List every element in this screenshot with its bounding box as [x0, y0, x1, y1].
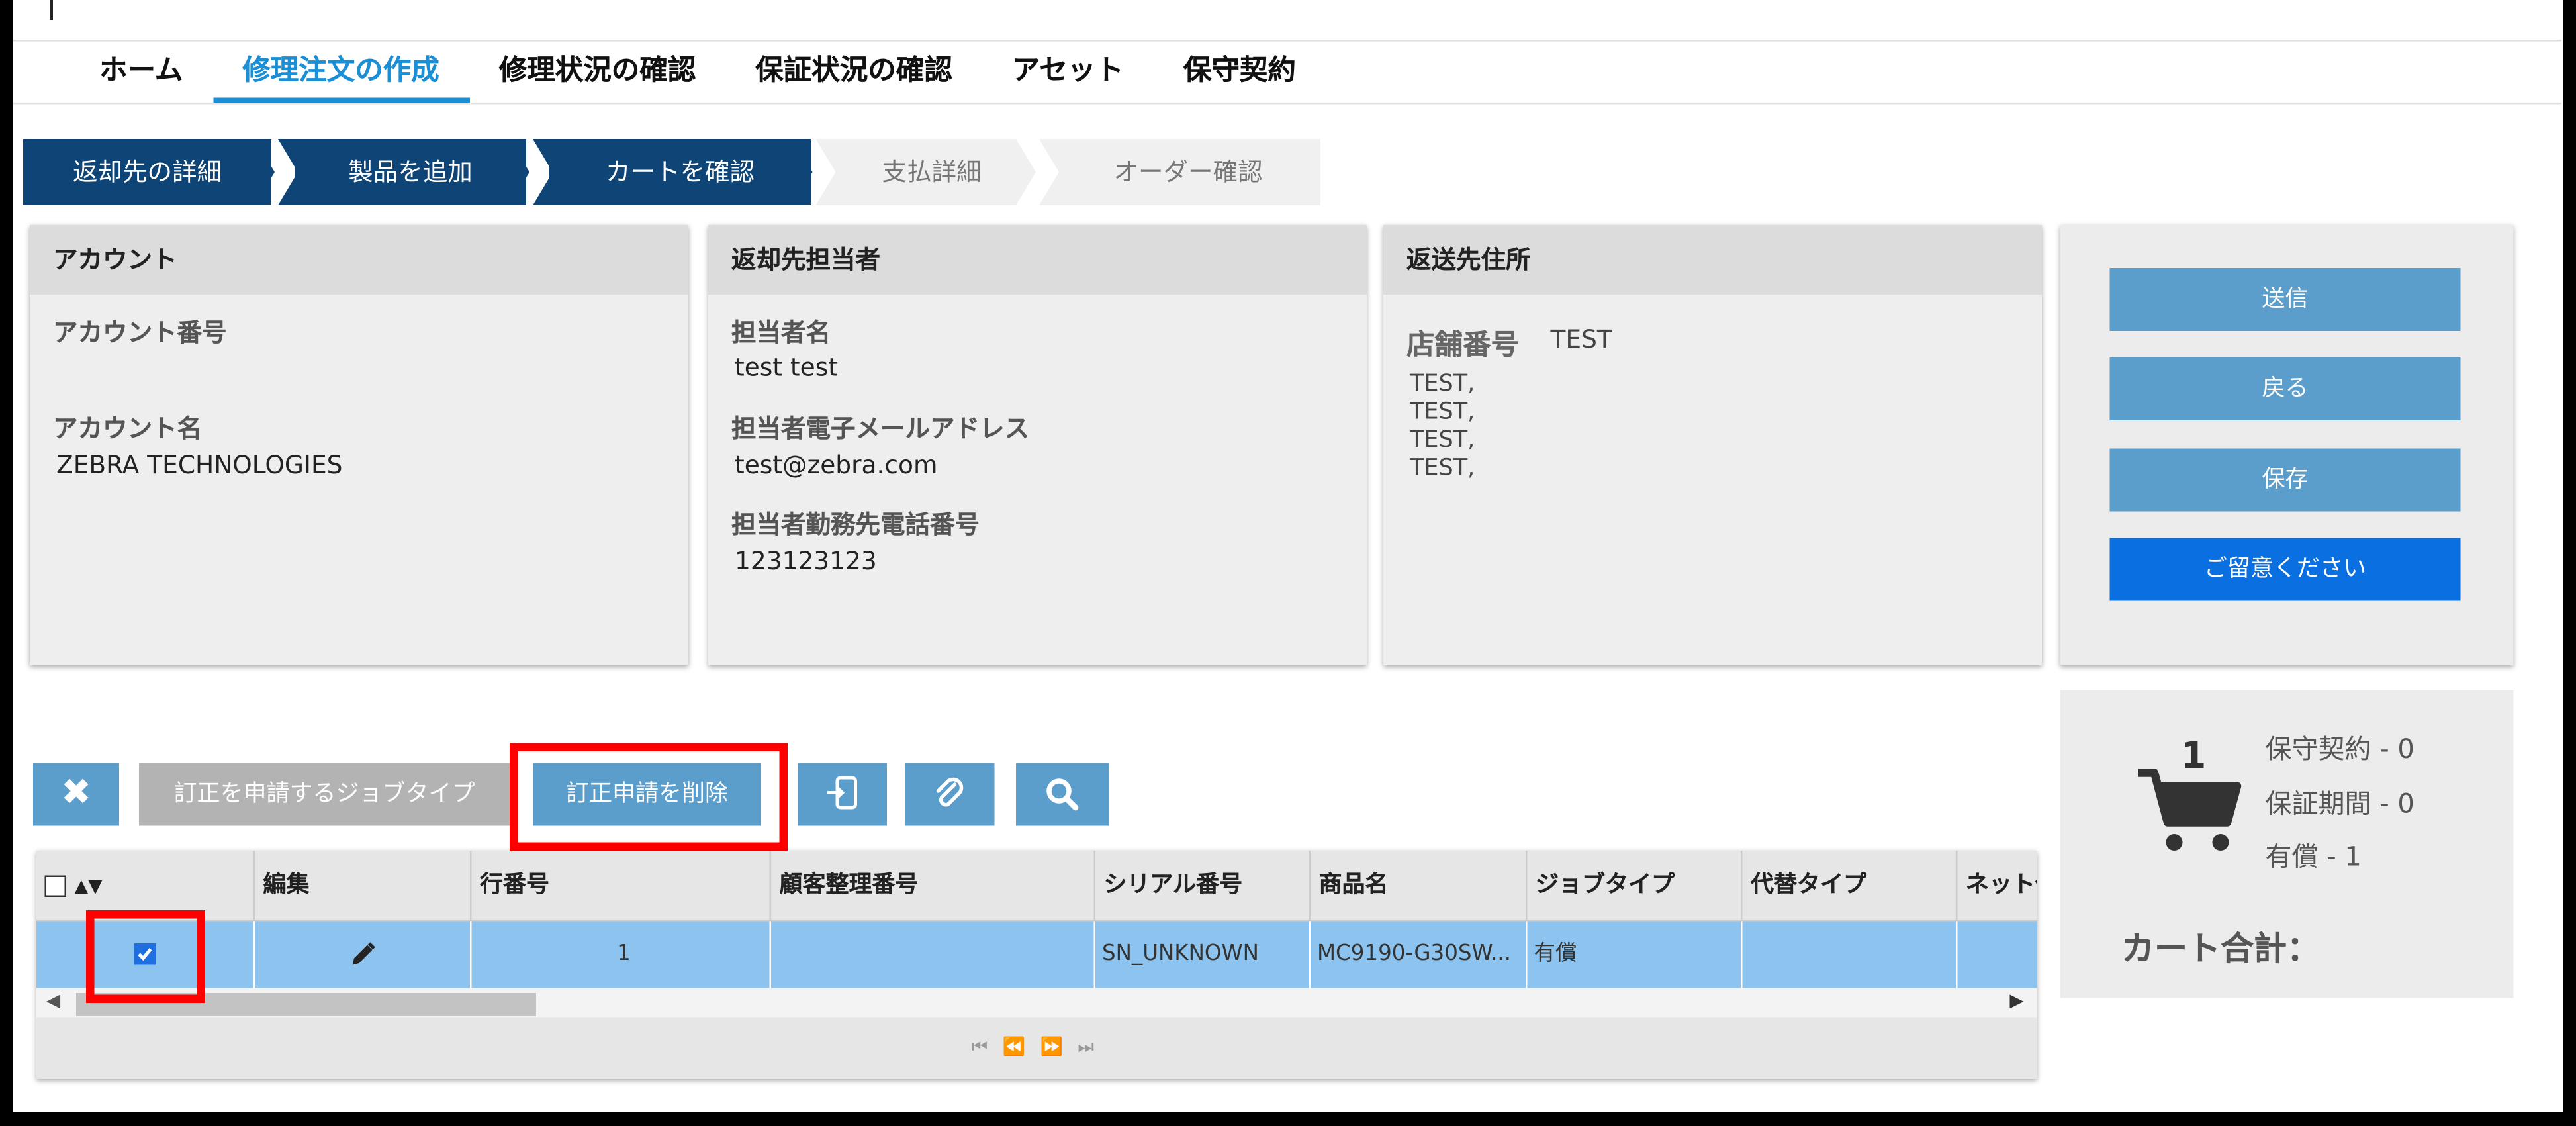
- row-net-price: [1956, 921, 2037, 988]
- back-button[interactable]: 戻る: [2109, 357, 2461, 420]
- contact-name-label: 担当者名: [731, 318, 831, 348]
- address-panel-title: 返送先住所: [1383, 225, 2042, 295]
- col-net-price[interactable]: ネット価: [1956, 851, 2037, 920]
- store-number-label: 店舗番号: [1406, 329, 1519, 363]
- address-line: TEST,: [1410, 399, 1475, 426]
- main-nav: ホーム 修理注文の作成 修理状況の確認 保証状況の確認 アセット 保守契約: [69, 50, 1326, 103]
- nav-maintenance-contract[interactable]: 保守契約: [1154, 50, 1326, 103]
- app-window: ホーム 修理注文の作成 修理状況の確認 保証状況の確認 アセット 保守契約 返却…: [13, 0, 2563, 1112]
- last-page-icon[interactable]: ⏭: [1078, 1036, 1109, 1058]
- col-alt-type[interactable]: 代替タイプ: [1741, 851, 1956, 920]
- cart-grid: ▲▼ 編集 行番号 顧客整理番号 シリアル番号 商品名 ジョブタイプ 代替タイプ…: [36, 851, 2037, 1079]
- search-icon: [1046, 778, 1079, 811]
- address-line: TEST,: [1410, 455, 1475, 482]
- nav-divider: [13, 103, 2561, 105]
- contact-email-label: 担当者電子メールアドレス: [731, 414, 1030, 444]
- nav-home[interactable]: ホーム: [69, 50, 212, 103]
- cart-count: 1: [2181, 736, 2207, 778]
- device-transfer-icon: [827, 776, 857, 810]
- table-row[interactable]: 1 SN_UNKNOWN MC9190-G30SW... 有償: [36, 921, 2037, 988]
- row-customer-ref: [769, 921, 1094, 988]
- nav-warranty-status[interactable]: 保証状況の確認: [725, 50, 982, 103]
- cart-paid-count: 有償 - 1: [2265, 841, 2362, 872]
- contact-panel: 返却先担当者 担当者名 test test 担当者電子メールアドレス test@…: [708, 225, 1367, 665]
- notice-button[interactable]: ご留意ください: [2109, 538, 2461, 601]
- delete-button[interactable]: ✖: [33, 763, 119, 826]
- row-product: MC9190-G30SW...: [1309, 921, 1526, 988]
- request-job-type-button[interactable]: 訂正を申請するジョブタイプ: [139, 763, 510, 826]
- corner-mark: [50, 0, 66, 20]
- row-line-no: 1: [470, 921, 770, 988]
- step-confirm-cart[interactable]: カートを確認: [549, 139, 811, 205]
- contact-name-value: test test: [735, 352, 838, 383]
- row-alt-type: [1741, 921, 1956, 988]
- highlight-remove-request: [510, 743, 788, 851]
- scroll-left-icon[interactable]: ◀: [46, 990, 60, 1011]
- account-panel-title: アカウント: [30, 225, 688, 295]
- row-job-type: 有償: [1526, 921, 1741, 988]
- horizontal-scrollbar[interactable]: ◀ ▶: [36, 988, 2037, 1018]
- row-serial: SN_UNKNOWN: [1093, 921, 1309, 988]
- step-return-details[interactable]: 返却先の詳細: [23, 139, 271, 205]
- address-lines: TEST, TEST, TEST, TEST,: [1410, 371, 1475, 483]
- grid-header: ▲▼ 編集 行番号 顧客整理番号 シリアル番号 商品名 ジョブタイプ 代替タイプ…: [36, 851, 2037, 922]
- cart-summary: 1 保守契約 - 0 保証期間 - 0 有償 - 1 カート合計：: [2060, 690, 2514, 998]
- select-all-checkbox[interactable]: [44, 874, 66, 896]
- scroll-right-icon[interactable]: ▶: [2009, 990, 2023, 1011]
- highlight-row-checkbox: [86, 910, 205, 1003]
- submit-button[interactable]: 送信: [2109, 268, 2461, 331]
- contact-phone-value: 123123123: [735, 546, 877, 576]
- nav-create-repair-order[interactable]: 修理注文の作成: [212, 50, 469, 103]
- account-panel: アカウント アカウント番号 アカウント名 ZEBRA TECHNOLOGIES: [30, 225, 688, 665]
- prev-page-icon[interactable]: ⏪: [1003, 1036, 1040, 1058]
- page: ホーム 修理注文の作成 修理状況の確認 保証状況の確認 アセット 保守契約 返却…: [13, 0, 2561, 1112]
- sort-arrows-icon[interactable]: ▲▼: [74, 876, 102, 898]
- col-customer-ref[interactable]: 顧客整理番号: [769, 851, 1094, 920]
- pencil-icon[interactable]: [347, 940, 377, 970]
- step-add-product[interactable]: 製品を追加: [295, 139, 526, 205]
- col-serial[interactable]: シリアル番号: [1093, 851, 1309, 920]
- first-page-icon[interactable]: ⏮: [972, 1036, 1003, 1058]
- nav-assets[interactable]: アセット: [982, 50, 1154, 103]
- cart-maintenance-count: 保守契約 - 0: [2265, 733, 2415, 765]
- step-order-confirm: オーダー確認: [1113, 157, 1263, 187]
- col-job-type[interactable]: ジョブタイプ: [1526, 851, 1741, 920]
- top-bar: [13, 0, 2561, 42]
- grid-pager: ⏮⏪⏩⏭: [36, 1017, 2037, 1079]
- step-payment-details: 支払詳細: [882, 157, 982, 187]
- cart-total-label: カート合計：: [2121, 928, 2320, 968]
- contact-email-value: test@zebra.com: [735, 450, 938, 480]
- col-line-no[interactable]: 行番号: [470, 851, 770, 920]
- address-line: TEST,: [1410, 371, 1475, 397]
- address-line: TEST,: [1410, 427, 1475, 453]
- row-edit-cell: [253, 921, 471, 988]
- search-button[interactable]: [1016, 763, 1109, 826]
- nav-repair-status[interactable]: 修理状況の確認: [469, 50, 726, 103]
- account-number-label: アカウント番号: [53, 318, 227, 348]
- attach-button[interactable]: [905, 763, 995, 826]
- col-edit[interactable]: 編集: [253, 851, 471, 920]
- contact-panel-title: 返却先担当者: [708, 225, 1367, 295]
- transfer-button[interactable]: [798, 763, 887, 826]
- next-page-icon[interactable]: ⏩: [1040, 1036, 1078, 1058]
- account-name-label: アカウント名: [53, 414, 203, 444]
- store-number-value: TEST: [1550, 324, 1612, 354]
- actions-panel: 送信 戻る 保存 ご留意ください: [2060, 225, 2514, 665]
- contact-phone-label: 担当者勤務先電話番号: [731, 510, 980, 540]
- x-icon: ✖: [60, 773, 92, 815]
- col-product[interactable]: 商品名: [1309, 851, 1526, 920]
- account-name-value: ZEBRA TECHNOLOGIES: [56, 450, 343, 480]
- address-panel: 返送先住所 店舗番号 TEST TEST, TEST, TEST, TEST,: [1383, 225, 2042, 665]
- cart-warranty-count: 保証期間 - 0: [2265, 788, 2415, 820]
- paperclip-icon: [936, 777, 964, 807]
- wizard-steps: 返却先の詳細 製品を追加 カートを確認 支払詳細 オーダー確認: [23, 139, 2563, 205]
- save-button[interactable]: 保存: [2109, 448, 2461, 512]
